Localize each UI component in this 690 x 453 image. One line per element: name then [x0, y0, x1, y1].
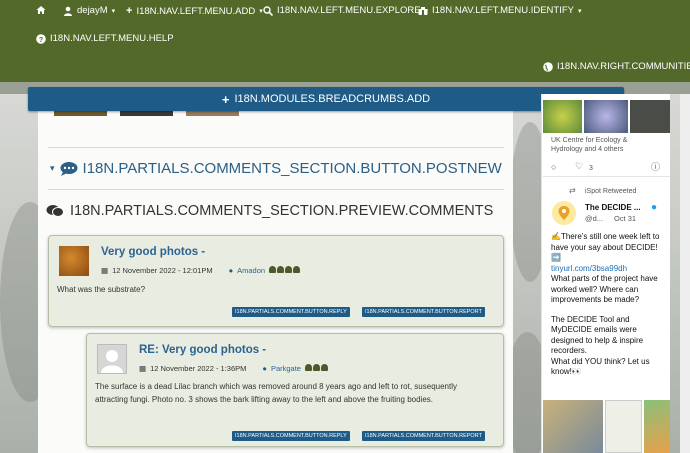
breadcrumb-add-button[interactable]: + I18N.MODULES.BREADCRUMBS.ADD — [28, 87, 624, 111]
tweet-line: The DECIDE Tool and MyDECIDE emails were… — [551, 314, 644, 356]
tweet-image[interactable] — [584, 100, 628, 133]
tweet-image[interactable] — [605, 400, 642, 453]
tweet-line: What did YOU think? Let us know!👀 — [551, 356, 650, 377]
globe-icon — [543, 61, 553, 72]
user-icon — [64, 6, 72, 16]
binoculars-icon — [418, 6, 428, 15]
user-menu[interactable]: dejayM ▾ — [63, 5, 115, 16]
home-icon — [36, 6, 46, 14]
help-icon: ? — [36, 33, 46, 44]
tweet-link[interactable]: tinyurl.com/3bsa99dh — [551, 264, 665, 275]
comment-body: The surface is a dead Lilac branch which… — [95, 382, 457, 404]
avatar[interactable] — [552, 201, 576, 225]
tweet-handle: @d... — [585, 214, 604, 223]
avatar[interactable] — [59, 246, 89, 276]
plus-icon: + — [126, 5, 133, 17]
chevron-down-icon: ▾ — [111, 7, 116, 15]
comments-icon — [46, 205, 64, 217]
photo-thumbnail[interactable] — [120, 111, 173, 116]
like-icon[interactable]: ♡ — [575, 162, 583, 171]
comment-date: 12 November 2022 - 12:01PM — [112, 266, 213, 275]
plus-icon: + — [221, 91, 230, 107]
mushroom-rating-icon — [269, 266, 301, 275]
tweet-image[interactable] — [543, 400, 603, 453]
comment-card: Very good photos - ▦ 12 November 2022 - … — [48, 235, 504, 327]
user-icon: ● — [262, 364, 267, 373]
report-button[interactable]: I18N.PARTIALS.COMMENT.BUTTON.REPORT — [362, 307, 485, 317]
user-icon: ● — [228, 266, 234, 275]
info-icon[interactable]: ⓘ — [651, 163, 660, 172]
divider — [48, 189, 504, 190]
nav-add-menu[interactable]: + I18N.NAV.LEFT.MENU.ADD ▾ — [126, 5, 263, 17]
divider — [543, 176, 670, 177]
nav-help-label: I18N.NAV.LEFT.MENU.HELP — [50, 33, 174, 44]
chevron-down-icon: ▾ — [578, 7, 582, 15]
nav-identify-label: I18N.NAV.LEFT.MENU.IDENTIFY — [432, 5, 575, 16]
nav-communities-label: I18N.NAV.RIGHT.COMMUNITIES — [557, 61, 690, 72]
comment-card: RE: Very good photos - ▦ 12 November 202… — [86, 333, 504, 447]
tweet-image[interactable] — [644, 400, 670, 453]
comment-title[interactable]: RE: Very good photos - — [139, 344, 266, 356]
photo-thumbnail[interactable] — [186, 111, 239, 116]
photo-thumbnail[interactable] — [54, 111, 107, 116]
comment-date: 12 November 2022 - 1:36PM — [150, 364, 247, 373]
tweet-line: What parts of the project have worked we… — [551, 274, 658, 304]
sidebar-scrollbar[interactable] — [680, 94, 690, 453]
comments-heading-label: I18N.PARTIALS.COMMENTS_SECTION.PREVIEW.C… — [70, 203, 494, 219]
top-navigation: dejayM ▾ + I18N.NAV.LEFT.MENU.ADD ▾ I18N… — [0, 0, 690, 82]
like-count: 3 — [589, 165, 593, 172]
comment-body: What was the substrate? — [57, 285, 146, 294]
nav-communities-menu[interactable]: I18N.NAV.RIGHT.COMMUNITIES ▾ — [543, 61, 690, 72]
reply-icon[interactable]: ○ — [551, 163, 556, 172]
default-avatar-icon — [101, 350, 123, 373]
reply-button[interactable]: I18N.PARTIALS.COMMENT.BUTTON.REPLY — [232, 307, 350, 317]
calendar-icon: ▦ — [139, 364, 147, 373]
tweet-date: Oct 31 — [614, 214, 637, 223]
caret-down-icon: ▾ — [50, 163, 55, 173]
retweet-icon: ⇄ — [569, 186, 576, 195]
svg-text:?: ? — [39, 37, 43, 44]
report-button[interactable]: I18N.PARTIALS.COMMENT.BUTTON.REPORT — [362, 431, 485, 441]
tweet-author[interactable]: The DECIDE ... — [585, 203, 641, 212]
tweet-image[interactable] — [630, 100, 670, 133]
calendar-icon: ▦ — [101, 266, 109, 275]
divider — [48, 147, 504, 148]
comments-icon — [60, 162, 78, 176]
mushroom-rating-icon — [304, 364, 329, 373]
comment-meta: ▦ 12 November 2022 - 1:36PM ● Parkgate — [139, 364, 329, 373]
comment-user[interactable]: Parkgate — [271, 364, 301, 373]
tweet-image[interactable] — [543, 100, 582, 133]
reply-button[interactable]: I18N.PARTIALS.COMMENT.BUTTON.REPLY — [232, 431, 350, 441]
tweet-caption: UK Centre for Ecology & Hydrology and 4 … — [551, 137, 628, 153]
user-menu-label: dejayM — [77, 5, 108, 16]
avatar[interactable] — [97, 344, 127, 374]
search-icon — [263, 5, 273, 16]
map-pin-icon — [558, 206, 570, 220]
post-new-label: I18N.PARTIALS.COMMENTS_SECTION.BUTTON.PO… — [82, 160, 502, 177]
twitter-bird-icon: ● — [651, 202, 658, 213]
retweet-label: iSpot Retweeted — [585, 188, 637, 195]
comment-title[interactable]: Very good photos - — [101, 246, 205, 258]
nav-add-label: I18N.NAV.LEFT.MENU.ADD — [136, 5, 256, 17]
tweet-body: ✍️There's still one week left to have yo… — [551, 232, 665, 378]
nav-explore-menu[interactable]: I18N.NAV.LEFT.MENU.EXPLORE ▾ — [263, 5, 428, 16]
nav-help-menu[interactable]: ? I18N.NAV.LEFT.MENU.HELP — [36, 33, 174, 44]
post-new-comment-toggle[interactable]: ▾ I18N.PARTIALS.COMMENTS_SECTION.BUTTON.… — [50, 160, 502, 177]
breadcrumb-add-label: I18N.MODULES.BREADCRUMBS.ADD — [234, 93, 431, 105]
comment-user[interactable]: Amadon — [237, 266, 265, 275]
nav-explore-label: I18N.NAV.LEFT.MENU.EXPLORE — [277, 5, 421, 16]
tweet-line: ✍️There's still one week left to have yo… — [551, 232, 660, 262]
home-button[interactable] — [36, 5, 46, 15]
nav-identify-menu[interactable]: I18N.NAV.LEFT.MENU.IDENTIFY ▾ — [418, 5, 582, 16]
comment-meta: ▦ 12 November 2022 - 12:01PM ● Amadon — [101, 266, 301, 275]
comments-heading: I18N.PARTIALS.COMMENTS_SECTION.PREVIEW.C… — [46, 203, 493, 219]
